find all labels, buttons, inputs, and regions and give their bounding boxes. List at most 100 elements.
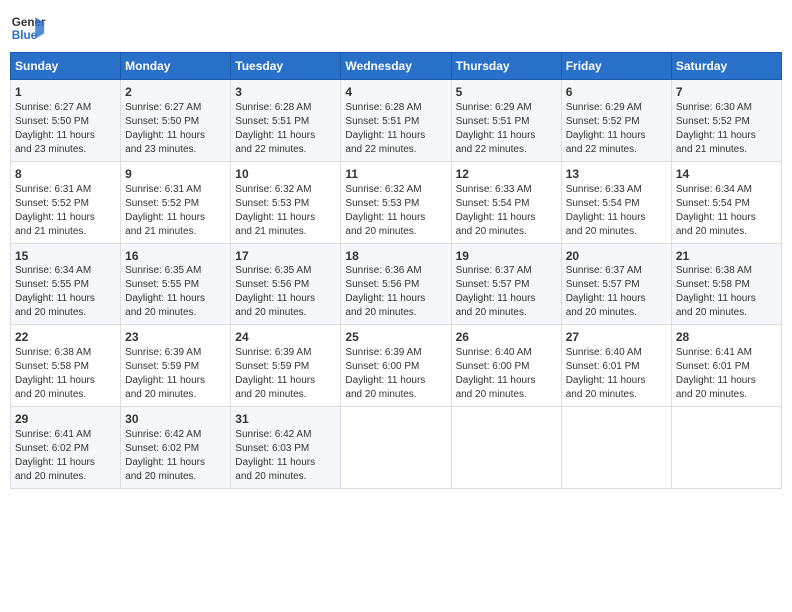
day-number: 1 [15,84,116,101]
day-info: Sunset: 5:51 PM [456,115,557,129]
day-info: Daylight: 11 hours [125,292,226,306]
day-info: Sunrise: 6:42 AM [235,428,336,442]
day-info: Sunset: 5:51 PM [235,115,336,129]
day-info: Sunrise: 6:35 AM [125,264,226,278]
day-info: and 22 minutes. [235,143,336,157]
day-info: and 20 minutes. [125,306,226,320]
day-info: Daylight: 11 hours [15,211,116,225]
col-header-friday: Friday [561,53,671,80]
day-cell: 28Sunrise: 6:41 AMSunset: 6:01 PMDayligh… [671,325,781,407]
day-info: Daylight: 11 hours [345,374,446,388]
day-info: and 20 minutes. [566,306,667,320]
day-info: Daylight: 11 hours [345,292,446,306]
day-number: 4 [345,84,446,101]
day-cell: 4Sunrise: 6:28 AMSunset: 5:51 PMDaylight… [341,80,451,162]
day-info: and 20 minutes. [15,470,116,484]
day-number: 16 [125,248,226,265]
day-info: Sunrise: 6:34 AM [15,264,116,278]
day-info: Sunset: 6:01 PM [676,360,777,374]
day-info: Sunrise: 6:41 AM [15,428,116,442]
day-number: 2 [125,84,226,101]
day-cell: 27Sunrise: 6:40 AMSunset: 6:01 PMDayligh… [561,325,671,407]
day-info: Sunset: 5:57 PM [566,278,667,292]
day-info: Daylight: 11 hours [345,211,446,225]
day-info: Sunset: 5:59 PM [125,360,226,374]
day-info: Daylight: 11 hours [125,456,226,470]
day-info: Daylight: 11 hours [566,374,667,388]
day-info: and 20 minutes. [676,306,777,320]
day-info: and 20 minutes. [345,225,446,239]
day-info: Daylight: 11 hours [125,211,226,225]
day-info: Daylight: 11 hours [125,129,226,143]
day-cell: 31Sunrise: 6:42 AMSunset: 6:03 PMDayligh… [231,407,341,489]
day-info: Daylight: 11 hours [456,374,557,388]
day-cell: 16Sunrise: 6:35 AMSunset: 5:55 PMDayligh… [121,243,231,325]
col-header-thursday: Thursday [451,53,561,80]
day-number: 28 [676,329,777,346]
day-info: Sunset: 5:55 PM [125,278,226,292]
day-cell: 21Sunrise: 6:38 AMSunset: 5:58 PMDayligh… [671,243,781,325]
day-cell: 24Sunrise: 6:39 AMSunset: 5:59 PMDayligh… [231,325,341,407]
day-info: and 20 minutes. [235,388,336,402]
day-info: Daylight: 11 hours [456,211,557,225]
day-info: Sunset: 5:56 PM [345,278,446,292]
day-cell [671,407,781,489]
day-cell: 14Sunrise: 6:34 AMSunset: 5:54 PMDayligh… [671,161,781,243]
day-info: and 20 minutes. [125,470,226,484]
day-info: Sunrise: 6:39 AM [235,346,336,360]
day-info: and 22 minutes. [456,143,557,157]
day-cell [451,407,561,489]
day-info: and 20 minutes. [125,388,226,402]
day-info: Sunset: 5:55 PM [15,278,116,292]
day-number: 11 [345,166,446,183]
day-cell: 30Sunrise: 6:42 AMSunset: 6:02 PMDayligh… [121,407,231,489]
day-info: and 21 minutes. [235,225,336,239]
day-info: and 20 minutes. [15,306,116,320]
day-info: Daylight: 11 hours [566,211,667,225]
col-header-tuesday: Tuesday [231,53,341,80]
day-info: and 20 minutes. [456,388,557,402]
day-info: and 22 minutes. [345,143,446,157]
day-info: Sunrise: 6:27 AM [15,101,116,115]
day-cell: 22Sunrise: 6:38 AMSunset: 5:58 PMDayligh… [11,325,121,407]
day-number: 29 [15,411,116,428]
day-info: and 20 minutes. [676,225,777,239]
day-info: Sunset: 6:01 PM [566,360,667,374]
col-header-saturday: Saturday [671,53,781,80]
day-info: Daylight: 11 hours [235,211,336,225]
day-cell: 5Sunrise: 6:29 AMSunset: 5:51 PMDaylight… [451,80,561,162]
day-info: Sunrise: 6:38 AM [676,264,777,278]
day-info: Daylight: 11 hours [345,129,446,143]
day-info: Sunset: 5:50 PM [125,115,226,129]
day-info: Sunrise: 6:40 AM [456,346,557,360]
day-cell: 2Sunrise: 6:27 AMSunset: 5:50 PMDaylight… [121,80,231,162]
day-info: Sunrise: 6:40 AM [566,346,667,360]
day-info: Sunset: 5:52 PM [566,115,667,129]
logo-icon: General Blue [10,10,46,46]
day-info: Sunset: 6:02 PM [15,442,116,456]
day-number: 23 [125,329,226,346]
day-info: Sunset: 6:00 PM [345,360,446,374]
day-info: Sunrise: 6:41 AM [676,346,777,360]
day-info: Sunset: 5:58 PM [15,360,116,374]
day-number: 20 [566,248,667,265]
day-cell [561,407,671,489]
day-cell: 13Sunrise: 6:33 AMSunset: 5:54 PMDayligh… [561,161,671,243]
day-info: Sunrise: 6:31 AM [15,183,116,197]
day-number: 3 [235,84,336,101]
day-info: Sunrise: 6:34 AM [676,183,777,197]
day-cell: 12Sunrise: 6:33 AMSunset: 5:54 PMDayligh… [451,161,561,243]
day-info: and 22 minutes. [566,143,667,157]
day-info: and 20 minutes. [566,388,667,402]
day-info: Sunrise: 6:32 AM [345,183,446,197]
day-info: Sunrise: 6:28 AM [345,101,446,115]
day-info: Daylight: 11 hours [235,292,336,306]
day-info: Daylight: 11 hours [676,374,777,388]
day-info: Sunset: 6:00 PM [456,360,557,374]
day-info: and 21 minutes. [676,143,777,157]
day-info: Sunrise: 6:32 AM [235,183,336,197]
day-info: Sunrise: 6:36 AM [345,264,446,278]
day-number: 24 [235,329,336,346]
day-info: Sunrise: 6:37 AM [566,264,667,278]
day-info: and 23 minutes. [15,143,116,157]
